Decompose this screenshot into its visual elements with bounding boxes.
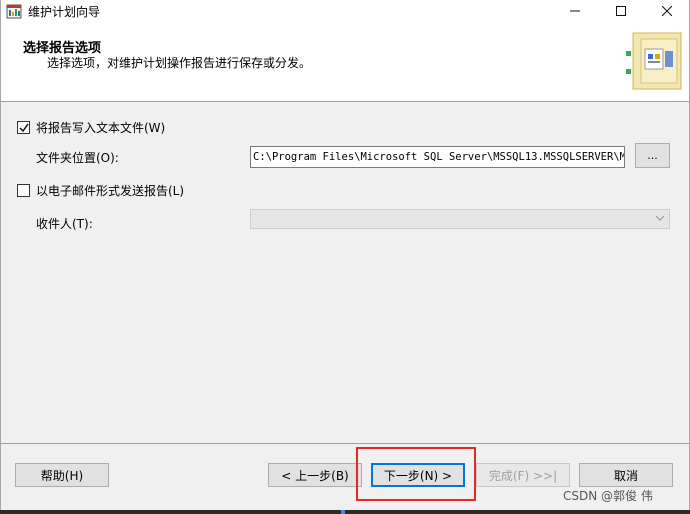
minimize-icon xyxy=(570,10,580,12)
cancel-button[interactable]: 取消 xyxy=(579,463,673,487)
app-icon xyxy=(6,4,22,19)
checkmark-icon xyxy=(18,123,29,132)
annotation-highlight-box xyxy=(356,447,476,501)
finish-button[interactable]: 完成(F) >>| xyxy=(476,463,570,487)
window-title: 维护计划向导 xyxy=(28,5,101,19)
write-to-file-checkbox[interactable] xyxy=(17,121,30,134)
maximize-button[interactable] xyxy=(598,0,644,22)
help-button[interactable]: 帮助(H) xyxy=(15,463,109,487)
browse-folder-button[interactable]: ... xyxy=(635,143,670,168)
email-report-checkbox[interactable] xyxy=(17,184,30,197)
recipient-row: 收件人(T): xyxy=(36,215,93,232)
wizard-header: 选择报告选项 选择选项，对维护计划操作报告进行保存或分发。 xyxy=(1,22,689,102)
chevron-down-icon xyxy=(655,211,665,228)
wizard-window: 维护计划向导 选择报告选项 选择选项，对维护计划操作报告进行保存或分发。 将报告… xyxy=(0,0,690,510)
folder-location-row: 文件夹位置(O): xyxy=(36,149,119,166)
wizard-illustration-icon xyxy=(626,32,682,90)
title-bar[interactable]: 维护计划向导 xyxy=(1,0,689,22)
footer-divider xyxy=(1,443,689,444)
watermark: CSDN @郭俊 伟 xyxy=(563,487,653,504)
close-icon xyxy=(662,6,672,16)
recipient-select[interactable] xyxy=(250,209,670,229)
back-button[interactable]: < 上一步(B) xyxy=(268,463,362,487)
minimize-button[interactable] xyxy=(552,0,598,22)
folder-location-input[interactable]: C:\Program Files\Microsoft SQL Server\MS… xyxy=(250,146,625,168)
page-subtitle: 选择选项，对维护计划操作报告进行保存或分发。 xyxy=(47,56,312,70)
email-report-label: 以电子邮件形式发送报告(L) xyxy=(36,184,185,198)
recipient-label: 收件人(T): xyxy=(36,217,93,231)
maximize-icon xyxy=(616,6,626,16)
close-button[interactable] xyxy=(644,0,690,22)
email-report-row[interactable]: 以电子邮件形式发送报告(L) xyxy=(17,182,184,199)
options-panel: 将报告写入文本文件(W) 文件夹位置(O): C:\Program Files\… xyxy=(1,103,689,443)
folder-location-label: 文件夹位置(O): xyxy=(36,151,119,165)
taskbar-indicator xyxy=(341,510,345,514)
write-to-file-row[interactable]: 将报告写入文本文件(W) xyxy=(17,119,165,136)
taskbar-strip xyxy=(0,510,690,514)
write-to-file-label: 将报告写入文本文件(W) xyxy=(36,121,166,135)
